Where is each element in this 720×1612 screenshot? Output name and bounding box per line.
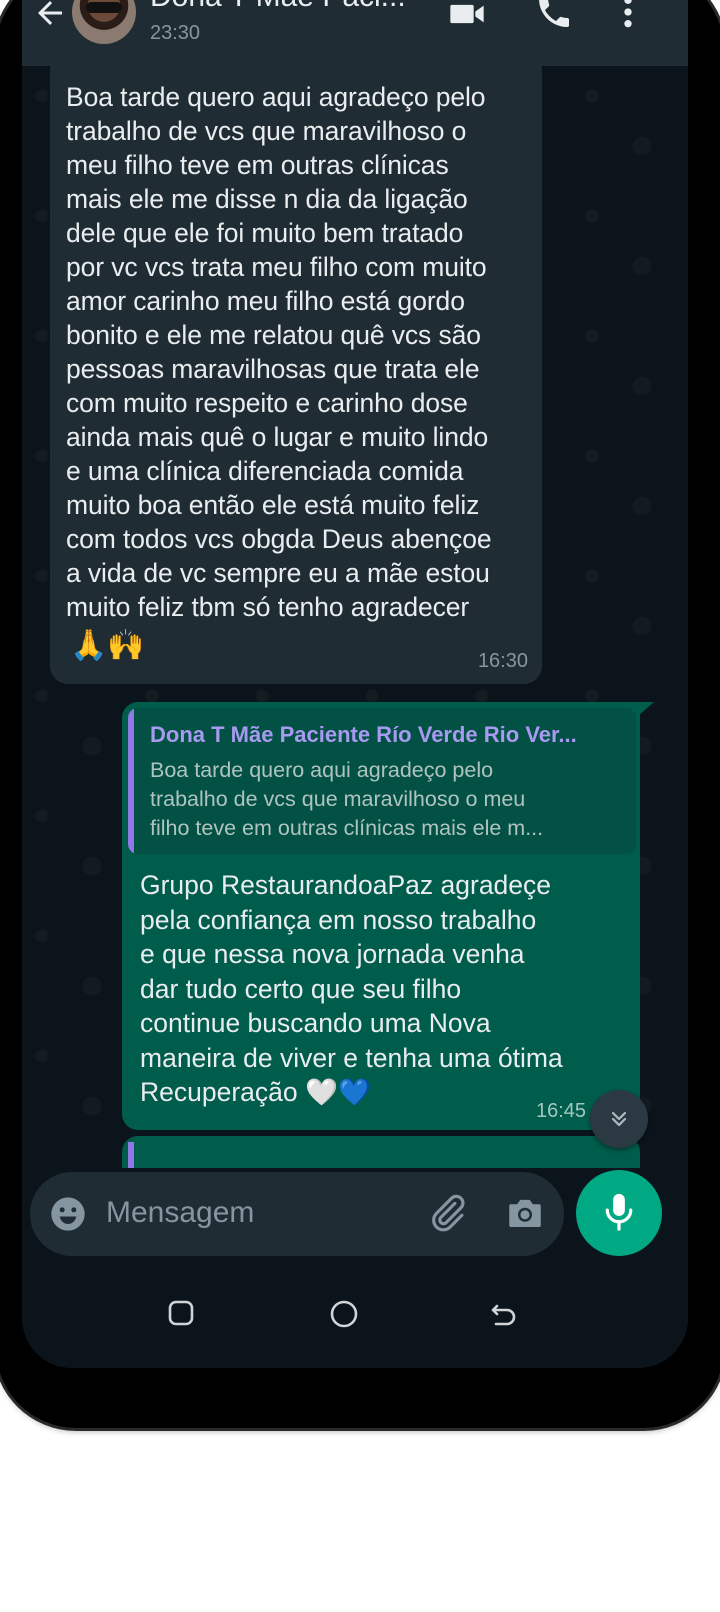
avatar[interactable] — [72, 0, 136, 44]
recent-apps-icon[interactable] — [166, 1298, 196, 1328]
back-icon[interactable] — [488, 1298, 520, 1330]
contact-name[interactable]: Dona T Mãe Paci... — [150, 0, 406, 14]
outgoing-message[interactable]: Dona T Mãe Paciente Río Verde Rio Ver...… — [122, 702, 640, 1130]
phone-icon[interactable] — [534, 0, 574, 32]
camera-icon[interactable] — [504, 1192, 546, 1234]
double-chevron-down-icon — [611, 1111, 627, 1127]
next-quote-accent-bar — [128, 1142, 134, 1168]
home-icon[interactable] — [328, 1298, 360, 1330]
voice-message-button[interactable] — [576, 1170, 662, 1256]
system-navigation-bar — [22, 1268, 688, 1368]
chat-header: Dona T Mãe Paci... 23:30 — [22, 0, 688, 66]
quote-accent-bar — [128, 708, 134, 854]
outgoing-message-time: 16:45 — [536, 1100, 587, 1122]
more-vertical-icon[interactable] — [618, 0, 638, 32]
message-input[interactable]: Mensagem — [106, 1196, 254, 1230]
video-camera-icon[interactable] — [446, 0, 488, 34]
quoted-message[interactable]: Dona T Mãe Paciente Río Verde Rio Ver...… — [128, 708, 636, 854]
incoming-message-time: 16:30 — [477, 650, 528, 672]
message-composer: Mensagem — [30, 1172, 564, 1256]
next-outgoing-message[interactable] — [122, 1136, 640, 1168]
arrow-left-icon[interactable] — [32, 0, 68, 31]
phone-frame: Dona T Mãe Paci... 23:30 Boa tarde quero… — [0, 0, 720, 1428]
avatar-glasses — [86, 2, 122, 13]
incoming-message-text: Boa tarde quero aqui agradeço pelo traba… — [66, 82, 492, 622]
incoming-message-emojis: 🙏🙌 — [70, 629, 145, 662]
paperclip-icon[interactable] — [426, 1192, 468, 1234]
emoji-icon[interactable] — [48, 1194, 88, 1234]
microphone-icon — [605, 1193, 633, 1231]
quoted-message-text: Boa tarde quero aqui agradeço pelo traba… — [150, 758, 544, 840]
incoming-message[interactable]: Boa tarde quero aqui agradeço pelo traba… — [50, 66, 542, 684]
scroll-to-bottom-button[interactable] — [590, 1090, 648, 1148]
contact-status: 23:30 — [150, 22, 201, 44]
outgoing-message-text: Grupo RestaurandoaPaz agradeçe pela conf… — [140, 870, 563, 1107]
phone-screen: Dona T Mãe Paci... 23:30 Boa tarde quero… — [22, 0, 688, 1368]
outgoing-bubble-tail — [638, 702, 654, 716]
quoted-message-author: Dona T Mãe Paciente Río Verde Rio Ver... — [150, 722, 577, 747]
chat-messages[interactable]: Boa tarde quero aqui agradeço pelo traba… — [22, 66, 688, 1168]
